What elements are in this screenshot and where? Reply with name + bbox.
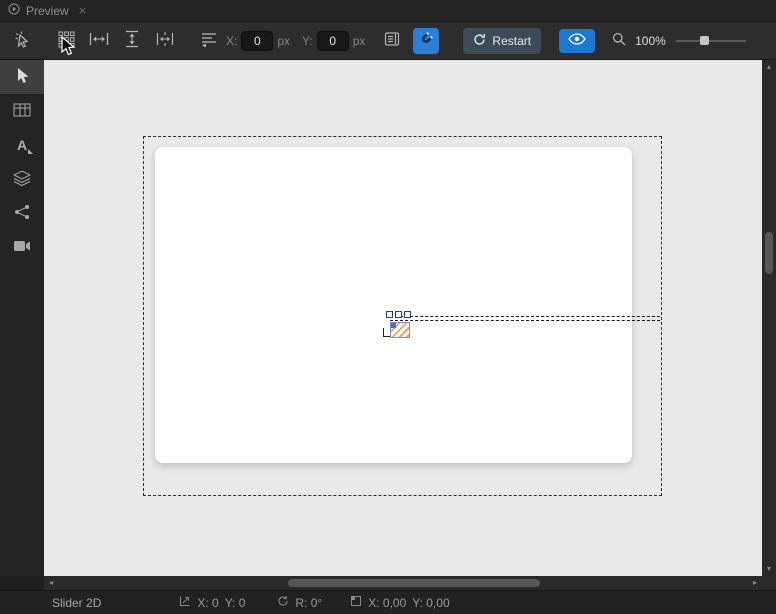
preview-surface[interactable]: [155, 147, 632, 463]
scroll-left-icon[interactable]: ◂: [44, 576, 58, 590]
anchor-corner-mark: [383, 328, 390, 337]
status-pos-x: X: 0: [197, 595, 219, 610]
picker-tool-button[interactable]: [8, 27, 36, 55]
x-field-label: X:: [226, 33, 238, 48]
selection-bounds: [390, 316, 660, 321]
selection-handle[interactable]: [395, 311, 402, 318]
sidebar-item-layers-tool[interactable]: [0, 162, 44, 196]
snap-magnet-toggle[interactable]: [413, 27, 440, 54]
horizontal-scroll-thumb[interactable]: [288, 579, 540, 587]
coordinates-group: X: 0,00 Y: 0,00: [350, 595, 450, 610]
vertical-scroll-thumb[interactable]: [765, 232, 773, 274]
selected-item-name: Slider 2D: [52, 595, 102, 610]
scroll-right-icon[interactable]: ▸: [748, 576, 762, 590]
refresh-icon: [473, 33, 486, 49]
scroll-up-icon[interactable]: ▴: [762, 60, 776, 74]
x-unit-label: px: [277, 33, 291, 48]
sidebar-item-text-tool[interactable]: A: [0, 128, 44, 162]
selection-handle[interactable]: [404, 311, 411, 318]
sidebar-item-select-tool[interactable]: [0, 60, 44, 94]
table-icon: [13, 103, 31, 120]
status-pos-y: Y: 0: [224, 595, 246, 610]
status-rotation: R: 0°: [295, 595, 323, 610]
tool-sidebar: A: [0, 60, 44, 576]
y-position-input[interactable]: [316, 30, 349, 51]
restart-button[interactable]: Restart: [463, 27, 542, 54]
selection-handle[interactable]: [386, 311, 393, 318]
tab-label: Preview: [26, 3, 69, 18]
fit-selection-icon: [156, 30, 174, 51]
fit-height-button[interactable]: [118, 27, 146, 55]
zoom-slider-handle[interactable]: [699, 35, 709, 45]
play-circle-icon: [8, 3, 20, 18]
text-style-icon: A: [16, 137, 34, 154]
zoom-icon: [612, 32, 626, 49]
magnet-icon: [418, 31, 434, 50]
anchors-icon: [200, 31, 218, 50]
y-unit-label: px: [352, 33, 366, 48]
visibility-toggle[interactable]: [559, 28, 596, 53]
grid-snap-button[interactable]: [52, 27, 80, 55]
status-coord-y: Y: 0,00: [412, 595, 450, 610]
component-chip: [391, 323, 396, 328]
node-graph-icon: [14, 204, 30, 223]
tab-preview[interactable]: Preview ×: [0, 0, 94, 22]
layers-icon: [12, 169, 32, 189]
sidebar-item-camera-tool[interactable]: [0, 230, 44, 264]
rotation-group: R: 0°: [277, 595, 322, 610]
zoom-slider-track: [675, 39, 746, 42]
y-field-label: Y:: [302, 33, 313, 48]
design-canvas[interactable]: [44, 60, 762, 576]
fit-selection-button[interactable]: [151, 27, 179, 55]
restart-label: Restart: [492, 33, 532, 48]
slider2d-component[interactable]: [390, 322, 410, 338]
x-position-input[interactable]: [241, 30, 274, 51]
sidebar-item-table-tool[interactable]: [0, 94, 44, 128]
sidebar-item-connections-tool[interactable]: [0, 196, 44, 230]
picker-icon: [13, 30, 31, 51]
camera-icon: [13, 240, 31, 255]
fit-height-icon: [125, 30, 139, 51]
grid-icon: [58, 31, 75, 51]
fit-width-button[interactable]: [85, 27, 113, 55]
edit-annotations-button[interactable]: [379, 27, 405, 55]
eye-icon: [568, 33, 586, 48]
bounds-icon: [350, 595, 362, 610]
scrollbar-corner: [762, 576, 776, 590]
close-icon[interactable]: ×: [79, 3, 87, 18]
scroll-down-icon[interactable]: ▾: [762, 562, 776, 576]
horizontal-scrollbar[interactable]: ◂ ▸: [44, 576, 762, 590]
position-group: X: 0 Y: 0: [179, 595, 245, 610]
zoom-button[interactable]: [609, 27, 629, 55]
top-toolbar: X: px Y: px: [0, 22, 776, 60]
zoom-slider[interactable]: [675, 27, 746, 55]
zoom-level-label: 100%: [635, 33, 666, 48]
tab-bar: Preview ×: [0, 0, 776, 22]
vertical-scrollbar[interactable]: ▴ ▾: [762, 60, 776, 576]
fit-width-icon: [89, 32, 109, 49]
status-coord-x: X: 0,00: [368, 595, 407, 610]
anchors-button[interactable]: [195, 27, 223, 55]
edit-list-icon: [384, 31, 400, 50]
cursor-icon: [16, 67, 29, 87]
position-icon: [179, 595, 191, 610]
rotation-icon: [277, 595, 289, 610]
status-bar: Slider 2D X: 0 Y: 0 R: 0° X: 0,00 Y: 0,0…: [0, 590, 776, 614]
